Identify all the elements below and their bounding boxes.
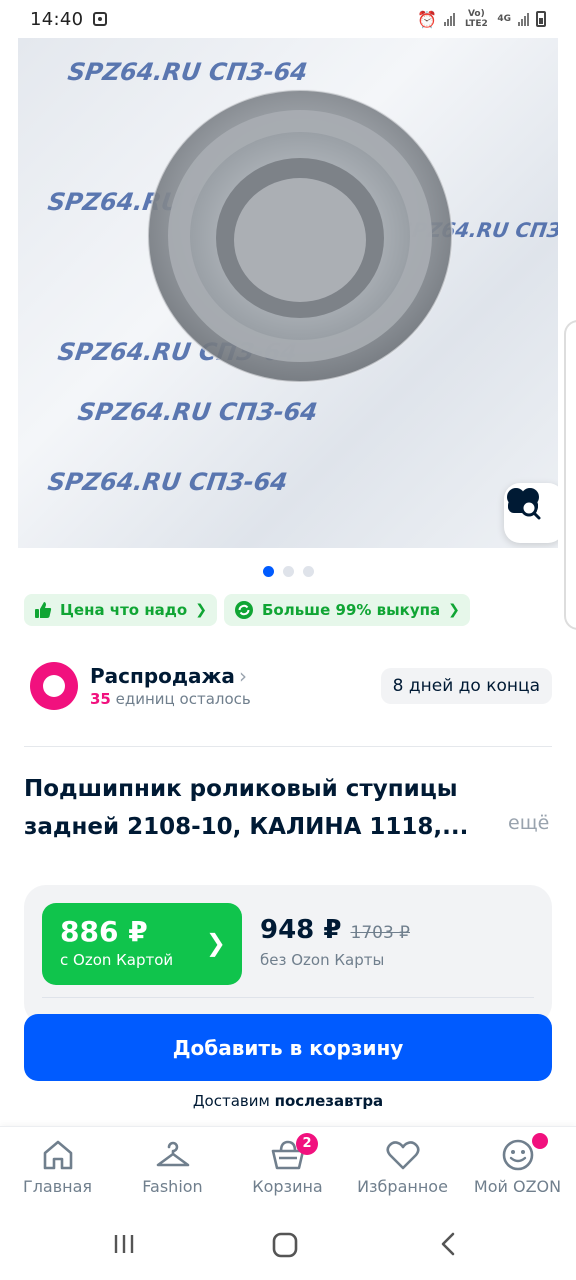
network-label-2: 4G xyxy=(497,14,511,24)
product-image[interactable]: SPZ64.RU СПЗ-64 SPZ64.RU СПЗ-64 SPZ64.RU… xyxy=(18,38,558,548)
bearing-illustration xyxy=(147,89,453,383)
cart-count-badge: 2 xyxy=(296,1133,318,1155)
nav-label: Fashion xyxy=(142,1177,203,1196)
battery-icon xyxy=(536,11,546,27)
sale-count: 35 xyxy=(90,690,111,708)
delivery-when: послезавтра xyxy=(274,1092,384,1110)
card-divider xyxy=(42,997,534,998)
pagination-dot[interactable] xyxy=(302,566,314,577)
sale-countdown-badge: 8 дней до конца xyxy=(380,668,552,704)
screenshot-icon xyxy=(93,12,108,26)
chevron-right-icon: ❯ xyxy=(195,602,207,618)
sale-block[interactable]: Распродажа › 35 единиц осталось 8 дней до… xyxy=(26,656,552,720)
chip-label: Больше 99% выкупа xyxy=(261,601,441,619)
sale-title: Распродажа xyxy=(90,664,235,688)
bottom-navigation: Главная Fashion 2 Корзина Избранное Мой … xyxy=(0,1126,576,1214)
price-card: 886 ₽ с Ozon Картой ❯ 948 ₽ 1703 ₽ без O… xyxy=(24,885,552,1025)
heart-icon xyxy=(385,1141,420,1170)
ozon-card-price: 886 ₽ xyxy=(60,915,148,948)
ozon-card-price-button[interactable]: 886 ₽ с Ozon Картой ❯ xyxy=(42,903,242,985)
product-chips: Цена что надо ❯ Больше 99% выкупа ❯ xyxy=(24,594,470,626)
hanger-icon xyxy=(156,1141,189,1167)
nav-label: Избранное xyxy=(357,1177,448,1196)
status-icons: ⏰ Vo) LTE2 4G xyxy=(417,9,546,29)
smile-icon xyxy=(502,1139,533,1171)
delivery-prefix: Доставим xyxy=(192,1092,270,1110)
nav-label: Корзина xyxy=(252,1177,323,1196)
chevron-right-icon: ❯ xyxy=(448,602,460,618)
side-panel-handle[interactable] xyxy=(564,320,576,630)
recent-apps-icon[interactable] xyxy=(112,1232,136,1256)
status-bar: 14:40 ⏰ Vo) LTE2 4G xyxy=(0,0,576,38)
image-search-button[interactable] xyxy=(504,483,558,543)
pagination-dot[interactable] xyxy=(282,566,294,577)
nav-my-ozon[interactable]: Мой OZON xyxy=(460,1133,575,1196)
product-title-line2: задней 2108-10, КАЛИНА 1118,... xyxy=(24,814,469,840)
chevron-right-icon: ❯ xyxy=(205,929,226,957)
product-title-line1: Подшипник роликовый ступицы xyxy=(24,776,458,802)
alarm-icon: ⏰ xyxy=(417,9,438,29)
signal-icon xyxy=(444,12,456,26)
nav-home[interactable]: Главная xyxy=(0,1139,115,1196)
regular-price-block: 948 ₽ 1703 ₽ без Ozon Карты xyxy=(260,915,410,969)
add-to-cart-button[interactable]: Добавить в корзину xyxy=(24,1014,552,1081)
gallery-pagination xyxy=(0,566,576,577)
nav-favorites[interactable]: Избранное xyxy=(345,1139,460,1196)
chip-buyout[interactable]: Больше 99% выкупа ❯ xyxy=(223,594,470,626)
sale-remaining: 35 единиц осталось xyxy=(90,690,251,708)
chip-label: Цена что надо xyxy=(60,601,188,619)
pagination-dot-active[interactable] xyxy=(262,566,274,577)
home-button-icon[interactable] xyxy=(272,1232,298,1258)
old-price: 1703 ₽ xyxy=(350,923,410,943)
status-time: 14:40 xyxy=(30,8,84,30)
image-search-icon xyxy=(507,488,541,520)
thumb-up-icon xyxy=(35,602,52,618)
signal-icon-2 xyxy=(518,12,529,26)
chip-good-price[interactable]: Цена что надо ❯ xyxy=(24,594,217,626)
network-label-1: Vo) LTE2 xyxy=(464,9,488,29)
refresh-check-icon xyxy=(234,601,253,619)
ozon-card-label: с Ozon Картой xyxy=(60,951,174,969)
regular-price-label: без Ozon Карты xyxy=(260,951,385,969)
notification-dot xyxy=(532,1133,548,1149)
nav-cart[interactable]: 2 Корзина xyxy=(230,1133,345,1196)
nav-label: Мой OZON xyxy=(473,1177,562,1196)
product-title: Подшипник роликовый ступицы задней 2108-… xyxy=(24,770,504,846)
regular-price: 948 ₽ xyxy=(260,915,342,945)
delivery-info: Доставим послезавтра xyxy=(0,1092,576,1110)
system-navigation-bar xyxy=(0,1214,576,1280)
title-more-link[interactable]: ещё xyxy=(508,812,549,834)
nav-label: Главная xyxy=(22,1177,93,1196)
home-icon xyxy=(43,1140,72,1170)
nav-fashion[interactable]: Fashion xyxy=(115,1139,230,1196)
divider xyxy=(24,746,552,747)
chevron-right-icon: › xyxy=(238,664,247,688)
sale-remaining-text: единиц осталось xyxy=(115,690,251,708)
sale-logo-icon xyxy=(30,662,78,710)
back-icon[interactable] xyxy=(438,1232,458,1256)
